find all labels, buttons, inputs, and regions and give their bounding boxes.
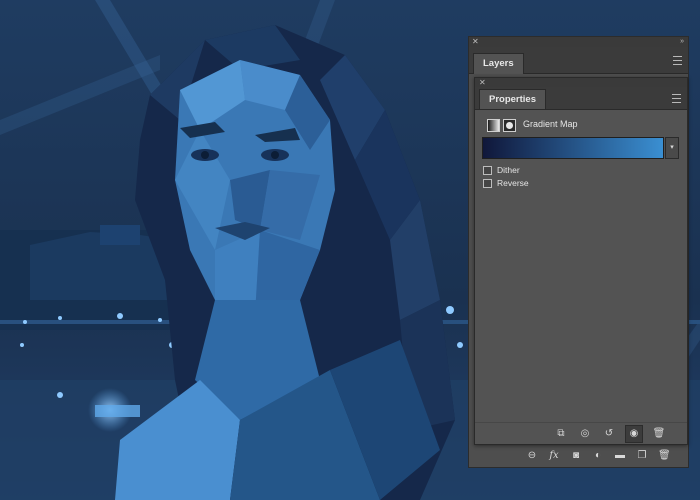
properties-panel-titlebar[interactable]: ✕ <box>475 78 687 87</box>
clip-to-layer-icon[interactable]: ⧉ <box>553 426 569 442</box>
properties-panel: ✕ Properties Gradient Map ▾ Dither Rever… <box>474 77 688 445</box>
add-mask-icon[interactable]: ◙ <box>570 450 582 462</box>
tab-properties[interactable]: Properties <box>479 89 546 109</box>
group-folder-icon[interactable]: ▬ <box>614 450 626 462</box>
adjustment-layer-icon[interactable]: ◐ <box>592 450 604 462</box>
reverse-option[interactable]: Reverse <box>483 177 529 189</box>
trash-icon[interactable]: 🗑 <box>651 426 667 442</box>
dither-checkbox[interactable] <box>483 165 492 175</box>
gradient-map-adjustment-icon[interactable] <box>487 119 500 132</box>
properties-title: Gradient Map <box>523 119 578 129</box>
panel-menu-icon[interactable] <box>672 94 681 103</box>
properties-footer-toolbar: ⧉ ◎ ↺ ◉ 🗑 <box>475 422 687 444</box>
panel-menu-icon[interactable] <box>673 56 682 65</box>
layers-tab-row: Layers <box>469 47 688 74</box>
view-previous-state-icon[interactable]: ◎ <box>577 426 593 442</box>
layer-mask-icon[interactable] <box>503 119 516 132</box>
trash-icon[interactable]: 🗑 <box>658 450 671 462</box>
link-layers-icon[interactable]: ⊖ <box>526 450 538 462</box>
dither-option[interactable]: Dither <box>483 164 520 176</box>
double-chevron-icon[interactable]: » <box>680 38 684 46</box>
new-layer-icon[interactable]: ❐ <box>636 450 648 462</box>
layers-panel-titlebar[interactable]: ✕ » <box>469 37 688 47</box>
gradient-picker: ▾ <box>482 137 679 159</box>
properties-header: Gradient Map <box>475 110 687 136</box>
reverse-label: Reverse <box>497 178 529 188</box>
reverse-checkbox[interactable] <box>483 178 492 188</box>
dither-label: Dither <box>497 165 520 175</box>
reset-icon[interactable]: ↺ <box>601 426 617 442</box>
fx-icon[interactable]: fx <box>548 450 560 462</box>
layers-footer-toolbar: ⊖ fx ◙ ◐ ▬ ❐ 🗑 <box>469 445 688 467</box>
visibility-eye-icon[interactable]: ◉ <box>625 424 643 443</box>
properties-tab-row: Properties <box>475 87 687 110</box>
close-x-icon[interactable]: ✕ <box>472 38 479 46</box>
close-x-icon[interactable]: ✕ <box>479 79 486 87</box>
gradient-preview-bar[interactable] <box>482 137 664 159</box>
chevron-down-icon[interactable]: ▾ <box>665 137 679 159</box>
tab-layers[interactable]: Layers <box>473 53 524 74</box>
